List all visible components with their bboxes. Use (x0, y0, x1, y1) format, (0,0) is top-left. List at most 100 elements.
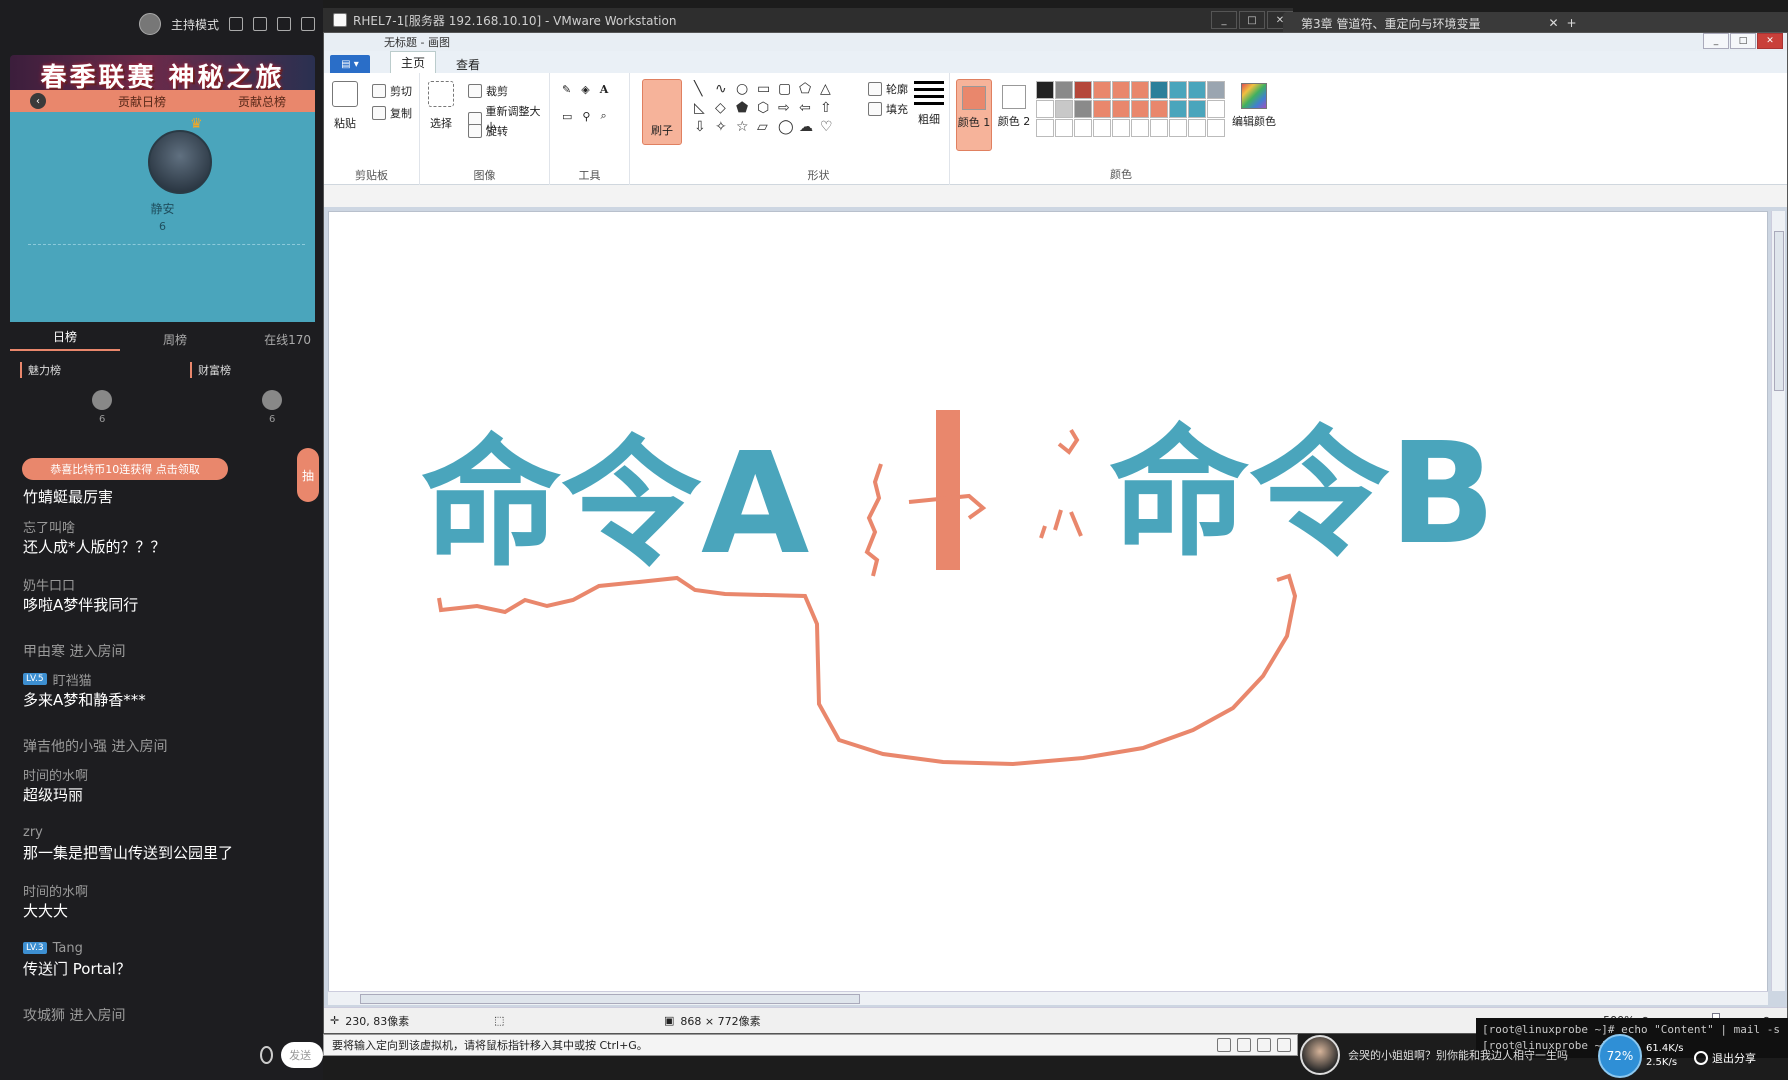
size-button[interactable]: 粗细 (912, 81, 946, 127)
chat-input[interactable]: 发送 (281, 1042, 323, 1068)
curve-icon[interactable]: ∿ (715, 81, 733, 97)
hdd-icon[interactable] (1217, 1038, 1231, 1052)
color-swatch[interactable] (1150, 81, 1168, 99)
paste-button[interactable]: 粘贴 (332, 81, 358, 131)
vertical-scrollbar[interactable] (1771, 211, 1785, 991)
crop-button[interactable]: 裁剪 (468, 83, 508, 99)
color-swatch[interactable] (1036, 81, 1054, 99)
color-swatch[interactable] (1036, 119, 1054, 137)
color-swatch[interactable] (1055, 81, 1073, 99)
browser-tab[interactable]: 第3章 管道符、重定向与环境变量 ✕ + (1283, 12, 1788, 34)
chat-user[interactable]: 时间的水啊 (23, 880, 313, 900)
network-icon[interactable] (1257, 1038, 1271, 1052)
edit-colors-button[interactable]: 编辑颜色 (1224, 83, 1284, 129)
magnifier-icon[interactable]: ⌕ (600, 109, 606, 123)
diamond-icon[interactable]: ◇ (715, 100, 733, 116)
top-user-avatar[interactable] (148, 130, 212, 194)
charm-user-avatar[interactable] (92, 390, 112, 410)
usb-icon[interactable] (1277, 1038, 1291, 1052)
color-swatch[interactable] (1055, 119, 1073, 137)
copy-button[interactable]: 复制 (372, 105, 412, 121)
color-swatch[interactable] (1188, 119, 1206, 137)
exit-share-button[interactable]: 退出分享 (1694, 1050, 1756, 1066)
rounded-rect-icon[interactable]: ▢ (778, 81, 796, 97)
tab-total-contribution[interactable]: 贡献总榜 (238, 93, 286, 110)
color-swatch[interactable] (1169, 81, 1187, 99)
up-arrow-icon[interactable]: ⇧ (820, 100, 838, 116)
host-avatar[interactable] (138, 13, 161, 35)
settings-icon[interactable] (229, 17, 243, 31)
brush-button[interactable]: 刷子 (642, 79, 682, 145)
file-menu-button[interactable]: ▤ ▾ (330, 55, 370, 73)
color-swatch[interactable] (1074, 81, 1092, 99)
outline-button[interactable]: 轮廓 (868, 81, 908, 97)
tab-daily[interactable]: 日榜 (10, 328, 120, 351)
color-swatch[interactable] (1207, 81, 1225, 99)
minimize-icon[interactable] (301, 17, 315, 31)
chat-user[interactable]: zry (23, 822, 313, 842)
oval-icon[interactable]: ○ (736, 81, 754, 97)
color-swatch[interactable] (1093, 119, 1111, 137)
color-swatch[interactable] (1188, 81, 1206, 99)
chat-user[interactable]: 时间的水啊 (23, 764, 313, 784)
shapes-gallery[interactable]: ╲ ∿ ○ ▭ ▢ ⬠ △ ◺ ◇ ⬟ ⬡ ⇨ ⇦ ⇧ ⇩ ✧ ☆ ▱ ◯ ☁ ♡ (694, 81, 838, 135)
color-swatch[interactable] (1055, 100, 1073, 118)
callout-cloud-icon[interactable]: ☁ (799, 119, 817, 135)
hexagon-icon[interactable]: ⬡ (757, 100, 775, 116)
cut-button[interactable]: 剪切 (372, 83, 412, 99)
chat-user[interactable]: 忘了叫啥 (23, 516, 313, 536)
line-icon[interactable]: ╲ (694, 81, 712, 97)
fill-button[interactable]: 填充 (868, 101, 908, 117)
tab-weekly[interactable]: 周榜 (120, 331, 230, 348)
eraser-icon[interactable]: ▭ (562, 110, 572, 123)
pencil-icon[interactable]: ✎ (562, 83, 571, 96)
color-swatch[interactable] (1169, 119, 1187, 137)
share-icon[interactable] (253, 17, 267, 31)
drawing-canvas[interactable]: 命令A 命令B (328, 211, 1768, 1001)
paint-close-button[interactable]: ✕ (1757, 33, 1783, 49)
tab-daily-contribution[interactable]: 贡献日榜 (118, 93, 166, 110)
rotate-button[interactable]: 旋转 (468, 123, 508, 139)
new-tab-icon[interactable]: + (1567, 16, 1577, 30)
chat-user[interactable]: 奶牛口口 (23, 574, 313, 594)
right-arrow-icon[interactable]: ⇨ (778, 100, 796, 116)
color-swatch[interactable] (1188, 100, 1206, 118)
horizontal-scroll-thumb[interactable] (360, 994, 860, 1004)
paint-maximize-button[interactable]: □ (1730, 33, 1756, 49)
tab-view[interactable]: 查看 (456, 56, 480, 73)
fill-icon[interactable]: ◈ (581, 83, 589, 96)
vertical-scroll-thumb[interactable] (1774, 231, 1784, 391)
pentagon-icon[interactable]: ⬟ (736, 100, 754, 116)
horizontal-scrollbar[interactable] (328, 991, 1768, 1005)
maximize-button[interactable]: □ (1239, 11, 1265, 29)
event-banner[interactable]: 春季联赛 神秘之旅 (10, 55, 315, 95)
color-swatch[interactable] (1207, 100, 1225, 118)
color-swatch[interactable] (1112, 81, 1130, 99)
color-picker-icon[interactable]: ⚲ (582, 110, 590, 123)
color-swatch[interactable] (1169, 100, 1187, 118)
network-meter[interactable]: 72% (1598, 1034, 1642, 1078)
color-swatch[interactable] (1093, 81, 1111, 99)
tab-home[interactable]: 主页 (390, 51, 437, 73)
text-icon[interactable]: A (600, 83, 609, 96)
color-swatch[interactable] (1150, 100, 1168, 118)
close-tab-icon[interactable]: ✕ (1548, 16, 1558, 30)
gift-pill[interactable]: 恭喜比特币10连获得 点击领取 (22, 458, 228, 480)
color-swatch[interactable] (1112, 100, 1130, 118)
paint-minimize-button[interactable]: _ (1703, 33, 1729, 49)
color1-button[interactable]: 颜色 1 (956, 79, 992, 151)
color-swatch[interactable] (1131, 100, 1149, 118)
triangle-icon[interactable]: △ (820, 81, 838, 97)
minimize-button[interactable]: _ (1211, 11, 1237, 29)
down-arrow-icon[interactable]: ⇩ (694, 119, 712, 135)
color-palette[interactable] (1036, 81, 1225, 137)
menu-icon[interactable] (277, 17, 291, 31)
four-star-icon[interactable]: ✧ (715, 119, 733, 135)
chat-user[interactable]: 盯裆猫 (53, 670, 92, 689)
color-swatch[interactable] (1207, 119, 1225, 137)
cdrom-icon[interactable] (1237, 1038, 1251, 1052)
back-icon[interactable]: ‹ (30, 93, 46, 109)
heart-icon[interactable]: ♡ (820, 119, 838, 135)
wealth-board-title[interactable]: 财富榜 (190, 362, 231, 378)
select-button[interactable]: 选择 (428, 81, 454, 131)
